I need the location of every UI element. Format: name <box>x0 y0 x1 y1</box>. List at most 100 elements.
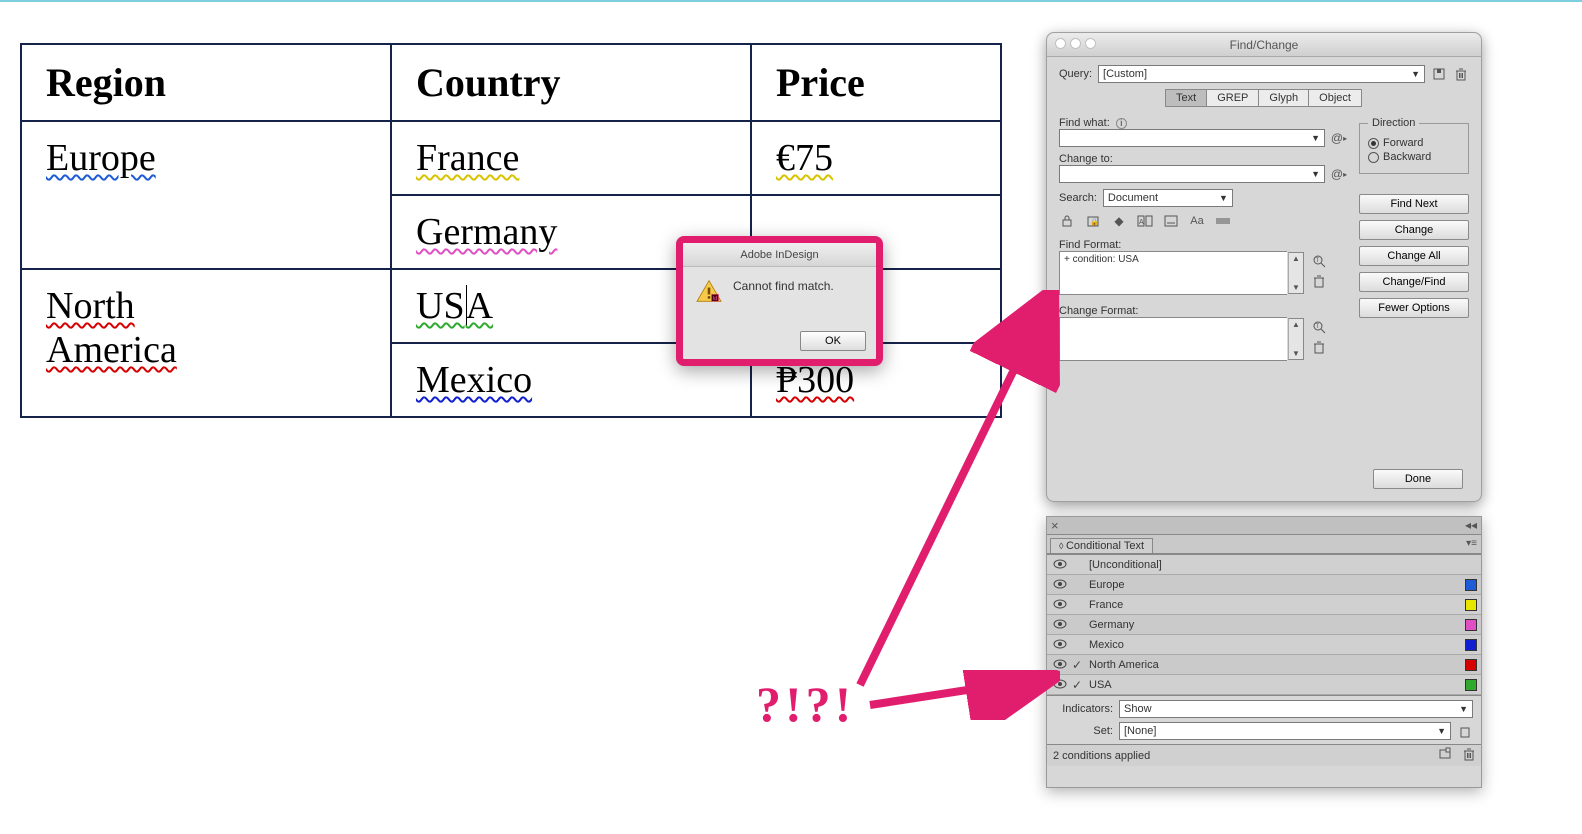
tab-text[interactable]: Text <box>1165 89 1207 107</box>
find-format-label: Find Format: <box>1059 239 1347 251</box>
cell-north: North <box>46 285 135 327</box>
info-icon: i <box>1116 118 1127 129</box>
indicators-label: Indicators: <box>1055 703 1113 715</box>
indicators-select[interactable]: Show▼ <box>1119 700 1473 718</box>
delete-query-icon[interactable] <box>1453 66 1469 82</box>
find-change-title: Find/Change <box>1047 33 1481 57</box>
condition-row[interactable]: [Unconditional] <box>1047 555 1481 575</box>
collapse-icon[interactable]: ◂◂ <box>1465 518 1477 532</box>
alert-dialog: Adobe InDesign Id Cannot find match. OK <box>676 236 883 366</box>
query-label: Query: <box>1059 68 1092 80</box>
condition-row[interactable]: Germany <box>1047 615 1481 635</box>
svg-text:A: A <box>1139 219 1144 226</box>
find-format-scrollbar[interactable] <box>1288 252 1304 294</box>
cell-price-75: €75 <box>776 137 833 179</box>
tab-grep[interactable]: GREP <box>1206 89 1259 107</box>
search-mode-tabs: Text GREP Glyph Object <box>1059 89 1469 107</box>
condition-row[interactable]: Mexico <box>1047 635 1481 655</box>
applied-check-icon[interactable]: ✓ <box>1069 678 1085 692</box>
change-format-scrollbar[interactable] <box>1288 318 1304 360</box>
change-find-button[interactable]: Change/Find <box>1359 272 1469 292</box>
include-locked-layers-icon[interactable] <box>1059 213 1075 229</box>
condition-name: Europe <box>1085 579 1465 591</box>
ct-panel-header[interactable]: × ◂◂ <box>1047 517 1481 535</box>
cell-america: America <box>46 329 177 371</box>
set-label: Set: <box>1055 725 1113 737</box>
condition-name: Germany <box>1085 619 1465 631</box>
condition-row[interactable]: ✓USA <box>1047 675 1481 695</box>
special-chars-change-icon[interactable]: @▸ <box>1331 166 1347 182</box>
clear-find-format-icon[interactable] <box>1311 273 1327 289</box>
condition-name: [Unconditional] <box>1085 559 1465 571</box>
change-format-label: Change Format: <box>1059 305 1347 317</box>
query-select[interactable]: [Custom]▼ <box>1098 65 1425 83</box>
include-master-pages-icon[interactable]: A <box>1137 213 1153 229</box>
cell-germany: Germany <box>416 211 557 253</box>
search-scope-select[interactable]: Document▼ <box>1103 189 1233 207</box>
case-sensitive-icon[interactable]: Aa <box>1189 213 1205 229</box>
find-next-button[interactable]: Find Next <box>1359 194 1469 214</box>
delete-condition-icon[interactable] <box>1463 747 1475 764</box>
radio-forward[interactable]: Forward <box>1368 137 1460 149</box>
radio-backward[interactable]: Backward <box>1368 151 1460 163</box>
condition-color-swatch <box>1465 619 1477 631</box>
svg-text:T: T <box>1316 258 1320 264</box>
direction-fieldset: Direction Forward Backward <box>1359 117 1469 174</box>
fewer-options-button[interactable]: Fewer Options <box>1359 298 1469 318</box>
cell-france: France <box>416 137 519 179</box>
new-condition-icon[interactable] <box>1439 747 1453 764</box>
annotation-arrow-2 <box>860 670 1060 720</box>
svg-text:🔒: 🔒 <box>1090 218 1099 226</box>
set-options-icon[interactable] <box>1457 723 1473 739</box>
header-country: Country <box>391 44 751 121</box>
panel-menu-icon[interactable]: ▾≡ <box>1466 538 1477 549</box>
find-what-label: Find what: i <box>1059 117 1347 129</box>
ct-status-text: 2 conditions applied <box>1053 750 1150 762</box>
specify-change-format-icon[interactable]: T <box>1311 319 1327 335</box>
condition-color-swatch <box>1465 579 1477 591</box>
tab-glyph[interactable]: Glyph <box>1258 89 1309 107</box>
alert-title: Adobe InDesign <box>683 243 876 267</box>
svg-text:T: T <box>1316 324 1320 330</box>
tab-object[interactable]: Object <box>1308 89 1362 107</box>
condition-row[interactable]: France <box>1047 595 1481 615</box>
find-format-box[interactable]: + condition: USA <box>1059 251 1287 295</box>
radio-backward-dot <box>1368 152 1379 163</box>
window-controls[interactable] <box>1055 38 1096 49</box>
alert-message: Cannot find match. <box>733 279 834 293</box>
specify-find-format-icon[interactable]: T <box>1311 253 1327 269</box>
condition-name: France <box>1085 599 1465 611</box>
header-price: Price <box>751 44 1001 121</box>
clear-change-format-icon[interactable] <box>1311 339 1327 355</box>
special-chars-find-icon[interactable]: @▸ <box>1331 130 1347 146</box>
whole-word-icon[interactable] <box>1215 213 1231 229</box>
radio-forward-dot <box>1368 138 1379 149</box>
condition-color-swatch <box>1465 659 1477 671</box>
condition-color-swatch <box>1465 639 1477 651</box>
save-query-icon[interactable] <box>1431 66 1447 82</box>
condition-row[interactable]: Europe <box>1047 575 1481 595</box>
change-to-label: Change to: <box>1059 153 1347 165</box>
ok-button[interactable]: OK <box>800 331 866 351</box>
find-change-panel: Find/Change Query: [Custom]▼ Text GREP G… <box>1046 32 1482 502</box>
condition-color-swatch <box>1465 599 1477 611</box>
direction-legend: Direction <box>1368 117 1419 129</box>
cell-usa: USA <box>416 285 493 327</box>
change-format-box[interactable] <box>1059 317 1287 361</box>
search-scope-label: Search: <box>1059 192 1097 204</box>
change-to-input[interactable]: ▼ <box>1059 165 1325 183</box>
include-footnotes-icon[interactable] <box>1163 213 1179 229</box>
include-hidden-layers-icon[interactable]: ◆ <box>1111 213 1127 229</box>
applied-check-icon[interactable]: ✓ <box>1069 658 1085 672</box>
change-all-button[interactable]: Change All <box>1359 246 1469 266</box>
warning-icon: Id <box>695 279 723 303</box>
change-button[interactable]: Change <box>1359 220 1469 240</box>
done-button[interactable]: Done <box>1373 469 1463 489</box>
header-region: Region <box>21 44 391 121</box>
include-locked-stories-icon[interactable]: 🔒 <box>1085 213 1101 229</box>
set-select[interactable]: [None]▼ <box>1119 722 1451 740</box>
condition-name: North America <box>1085 659 1465 671</box>
find-what-input[interactable]: ▼ <box>1059 129 1325 147</box>
condition-row[interactable]: ✓North America <box>1047 655 1481 675</box>
cell-mexico: Mexico <box>416 359 532 401</box>
